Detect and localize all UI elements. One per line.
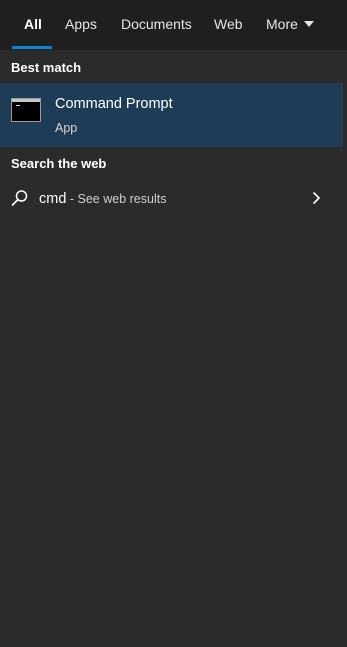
tab-more-label: More: [266, 16, 298, 32]
search-tab-bar: All Apps Documents Web More: [0, 0, 347, 50]
tab-apps-label: Apps: [65, 16, 97, 32]
tab-all[interactable]: All: [24, 0, 42, 50]
caret-down-icon: [303, 21, 314, 27]
search-icon: [11, 190, 28, 206]
app-type: App: [55, 121, 78, 135]
web-result-text: cmd - See web results: [39, 190, 166, 208]
best-match-heading: Best match: [11, 60, 82, 75]
scrollbar-track[interactable]: [343, 50, 347, 647]
tab-documents[interactable]: Documents: [121, 0, 192, 50]
active-tab-indicator: [12, 46, 52, 49]
web-query: cmd: [39, 191, 67, 207]
search-web-heading: Search the web: [11, 156, 107, 171]
best-match-result[interactable]: Command Prompt App: [0, 83, 343, 147]
tab-all-label: All: [24, 16, 42, 32]
command-prompt-icon: [11, 98, 41, 122]
web-search-result[interactable]: cmd - See web results: [0, 182, 343, 214]
web-results-suffix: - See web results: [66, 192, 167, 206]
app-name: Command Prompt: [55, 96, 173, 112]
tab-apps[interactable]: Apps: [65, 0, 97, 50]
tab-documents-label: Documents: [121, 16, 192, 32]
tab-web-label: Web: [214, 16, 243, 32]
search-panel: All Apps Documents Web More Best match C…: [0, 0, 347, 647]
tab-more[interactable]: More: [266, 0, 314, 50]
tab-web[interactable]: Web: [214, 0, 243, 50]
chevron-right-icon[interactable]: [310, 190, 324, 206]
